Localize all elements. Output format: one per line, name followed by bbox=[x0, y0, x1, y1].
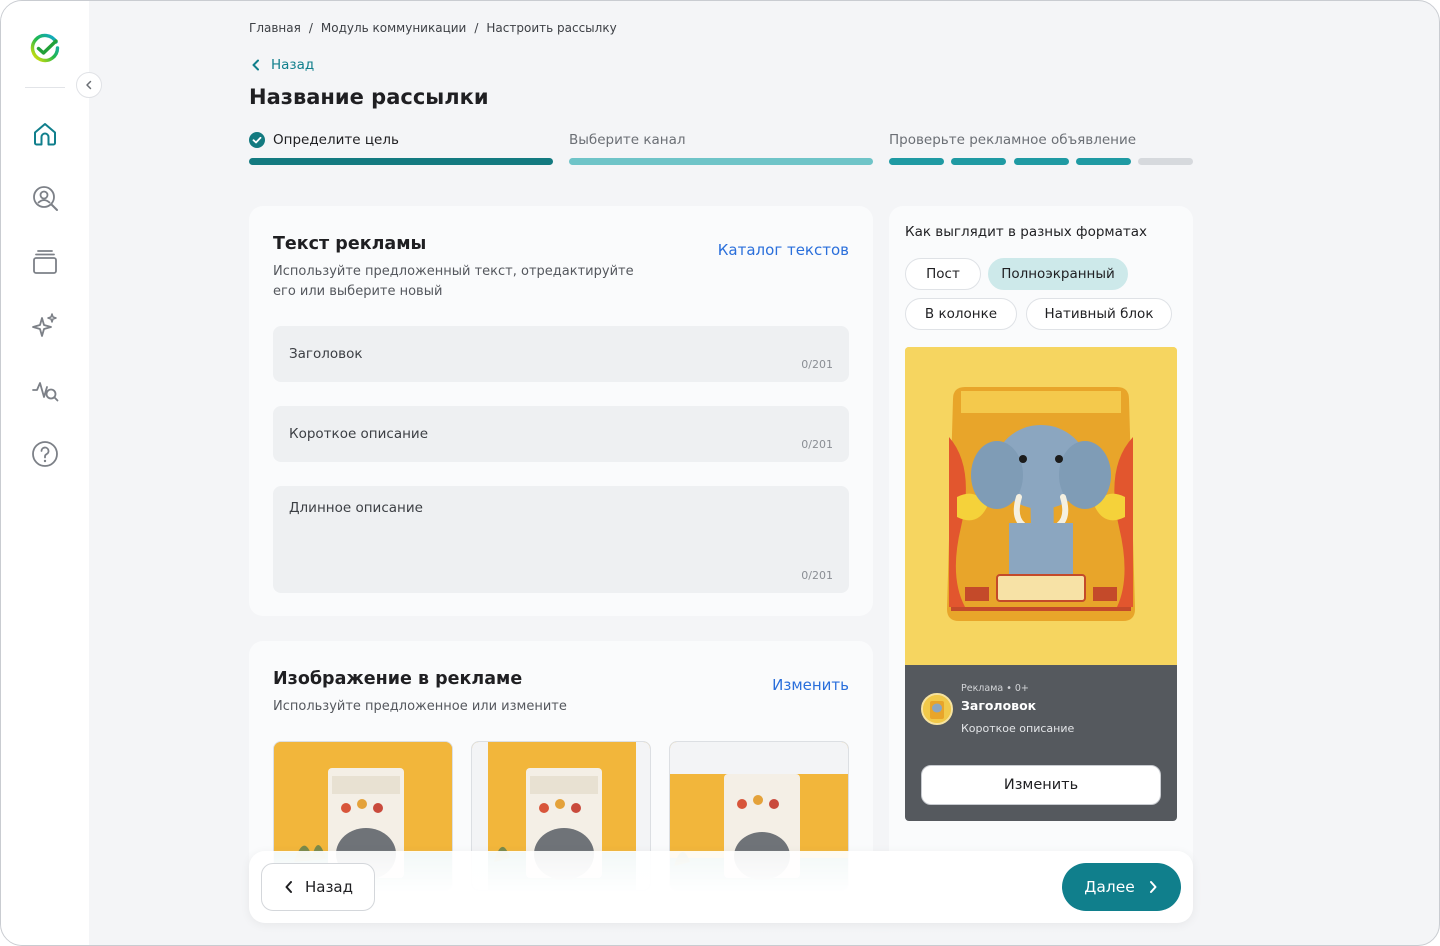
brand-logo-icon[interactable] bbox=[29, 33, 61, 65]
collapse-sidebar-button[interactable] bbox=[76, 72, 102, 98]
chevron-left-icon bbox=[86, 80, 92, 90]
breadcrumb-home[interactable]: Главная bbox=[249, 21, 301, 35]
elephant-avatar-icon bbox=[923, 695, 951, 723]
help-icon[interactable] bbox=[29, 438, 61, 470]
short-description-char-count: 0/201 bbox=[801, 438, 833, 451]
headline-char-count: 0/201 bbox=[801, 358, 833, 371]
long-description-char-count: 0/201 bbox=[801, 569, 833, 582]
short-description-field-label: Короткое описание bbox=[289, 426, 429, 442]
preview-image bbox=[905, 347, 1177, 665]
step-define-goal[interactable]: Определите цель bbox=[249, 131, 553, 171]
footer-next-button[interactable]: Далее bbox=[1062, 863, 1181, 911]
step-label: Проверьте рекламное объявление bbox=[889, 132, 1137, 148]
step-progress-bar bbox=[569, 158, 873, 165]
fullscreen-ad-preview: Реклама • 0+ Заголовок Короткое описание… bbox=[905, 347, 1177, 821]
footer-bar: Назад Далее bbox=[249, 851, 1193, 923]
chevron-left-icon bbox=[285, 881, 292, 893]
breadcrumb-communication-module[interactable]: Модуль коммуникации bbox=[321, 21, 466, 35]
format-chip-column[interactable]: В колонке bbox=[905, 298, 1017, 330]
text-catalog-link[interactable]: Каталог текстов bbox=[718, 241, 849, 259]
preview-description: Короткое описание bbox=[961, 722, 1075, 735]
format-chip-fullscreen[interactable]: Полноэкранный bbox=[988, 258, 1128, 290]
step-segment-bar bbox=[1014, 158, 1069, 165]
long-description-field[interactable]: Длинное описание 0/201 bbox=[273, 486, 849, 593]
step-label: Определите цель bbox=[273, 132, 399, 148]
step-progress-bar bbox=[249, 158, 553, 165]
format-chip-native-block[interactable]: Нативный блок bbox=[1026, 298, 1172, 330]
ad-image-subtitle: Используйте предложенное или измените bbox=[273, 699, 567, 714]
breadcrumb: Главная / Модуль коммуникации / Настроит… bbox=[249, 21, 617, 35]
step-choose-channel[interactable]: Выберите канал bbox=[569, 131, 873, 171]
app-window: Главная / Модуль коммуникации / Настроит… bbox=[0, 0, 1440, 946]
layers-icon[interactable] bbox=[29, 246, 61, 278]
step-label: Выберите канал bbox=[569, 132, 686, 148]
headline-field-label: Заголовок bbox=[289, 346, 363, 362]
chevron-right-icon bbox=[1149, 881, 1157, 893]
preview-headline: Заголовок bbox=[961, 698, 1037, 713]
ad-text-title: Текст рекламы bbox=[273, 234, 427, 254]
headline-field[interactable]: Заголовок 0/201 bbox=[273, 326, 849, 382]
home-icon[interactable] bbox=[29, 118, 61, 150]
back-link[interactable]: Назад bbox=[249, 57, 314, 73]
footer-back-button[interactable]: Назад bbox=[261, 863, 375, 911]
short-description-field[interactable]: Короткое описание 0/201 bbox=[273, 406, 849, 462]
analytics-search-icon[interactable] bbox=[29, 374, 61, 406]
stepper: Определите цель Выберите канал Проверьте… bbox=[249, 131, 1193, 171]
preview-info-panel: Реклама • 0+ Заголовок Короткое описание… bbox=[905, 665, 1177, 821]
ad-meta-label: Реклама • 0+ bbox=[961, 683, 1029, 694]
step-segment-bar bbox=[951, 158, 1006, 165]
page-title: Название рассылки bbox=[249, 85, 489, 109]
back-link-label: Назад bbox=[271, 57, 315, 73]
ad-text-card: Текст рекламы Используйте предложенный т… bbox=[249, 206, 873, 616]
ad-text-subtitle: Используйте предложенный текст, отредакт… bbox=[273, 264, 634, 299]
audience-search-icon[interactable] bbox=[29, 182, 61, 214]
footer-next-label: Далее bbox=[1084, 878, 1135, 896]
step-segment-bar bbox=[1076, 158, 1131, 165]
breadcrumb-setup-mailing: Настроить рассылку bbox=[486, 21, 617, 35]
step-review-ad[interactable]: Проверьте рекламное объявление bbox=[889, 131, 1193, 171]
long-description-field-label: Длинное описание bbox=[289, 500, 423, 516]
step-segment-bar bbox=[1138, 158, 1193, 165]
footer-back-label: Назад bbox=[304, 878, 353, 896]
preview-card: Как выглядит в разных форматах Пост Полн… bbox=[889, 206, 1193, 945]
elephant-package-image-icon bbox=[905, 347, 1177, 665]
advertiser-avatar bbox=[921, 693, 953, 725]
format-chip-post[interactable]: Пост bbox=[905, 258, 981, 290]
preview-title: Как выглядит в разных форматах bbox=[905, 224, 1148, 240]
sidebar bbox=[1, 1, 89, 945]
check-circle-icon bbox=[249, 132, 265, 148]
step-segment-bar bbox=[889, 158, 944, 165]
chevron-left-icon bbox=[252, 59, 259, 71]
change-image-link[interactable]: Изменить bbox=[772, 676, 849, 694]
sparkles-icon[interactable] bbox=[29, 310, 61, 342]
ad-image-title: Изображение в рекламе bbox=[273, 669, 523, 689]
preview-change-button[interactable]: Изменить bbox=[921, 765, 1161, 805]
sidebar-divider bbox=[25, 87, 65, 88]
